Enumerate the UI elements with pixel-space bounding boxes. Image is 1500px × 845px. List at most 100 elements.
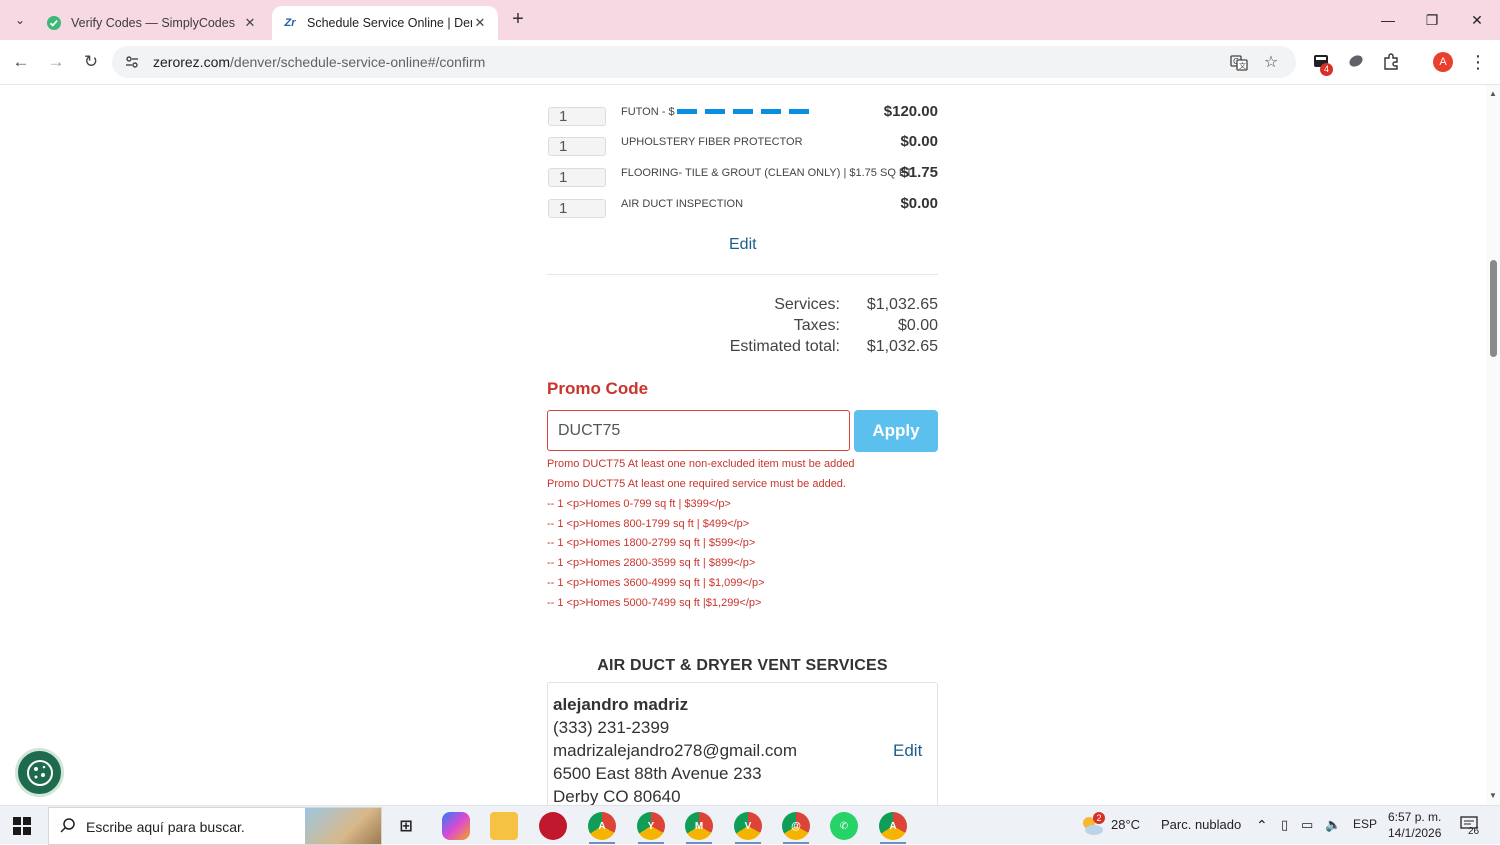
item-price: $0.00 bbox=[900, 195, 938, 212]
meet-now-icon[interactable]: ▯ bbox=[1281, 817, 1288, 833]
promo-error-detail: -- 1 <p>Homes 5000-7499 sq ft |$1,299</p… bbox=[547, 597, 762, 609]
item-name: UPHOLSTERY FIBER PROTECTOR bbox=[621, 136, 803, 148]
clock-time: 6:57 p. m. bbox=[1388, 810, 1442, 824]
section-heading: AIR DUCT & DRYER VENT SERVICES bbox=[597, 657, 888, 674]
show-hidden-icons-chevron-icon[interactable]: ⌃ bbox=[1256, 817, 1268, 834]
volume-icon[interactable]: 🔈 bbox=[1325, 817, 1341, 833]
clock-date: 14/1/2026 bbox=[1388, 826, 1442, 840]
browser-toolbar: ← → ↻ zerorez.com/denver/schedule-servic… bbox=[0, 40, 1500, 85]
taxes-label: Taxes: bbox=[793, 317, 840, 334]
tab-simplycodes[interactable]: Verify Codes — SimplyCodes ✕ bbox=[36, 6, 268, 40]
translate-icon[interactable]: G文 bbox=[1230, 54, 1248, 72]
promo-error-detail: -- 1 <p>Homes 0-799 sq ft | $399</p> bbox=[547, 498, 731, 510]
divider bbox=[547, 274, 938, 275]
simplycodes-icon bbox=[46, 15, 62, 31]
restore-icon[interactable]: ❐ bbox=[1420, 8, 1444, 32]
edit-items-link[interactable]: Edit bbox=[729, 236, 757, 254]
item-price: $120.00 bbox=[883, 103, 938, 120]
search-highlight-image bbox=[305, 808, 381, 844]
edit-contact-link[interactable]: Edit bbox=[893, 741, 922, 761]
bookmark-star-icon[interactable]: ☆ bbox=[1262, 54, 1280, 72]
contact-phone: (333) 231-2399 bbox=[553, 718, 670, 737]
tab-title: Schedule Service Online | Denver bbox=[307, 16, 472, 30]
url-text[interactable]: zerorez.com/denver/schedule-service-onli… bbox=[153, 54, 485, 70]
task-view-icon[interactable]: ⊞ bbox=[392, 812, 420, 840]
extension-badge: 4 bbox=[1320, 63, 1333, 76]
site-settings-icon[interactable] bbox=[124, 54, 140, 70]
scrollbar-thumb[interactable] bbox=[1490, 260, 1497, 357]
whatsapp-icon[interactable]: ✆ bbox=[830, 812, 858, 840]
chrome-profile-icon[interactable]: A bbox=[588, 812, 616, 840]
redaction-bar bbox=[676, 106, 809, 118]
taxes-value: $0.00 bbox=[897, 317, 938, 334]
promo-error-detail: -- 1 <p>Homes 3600-4999 sq ft | $1,099</… bbox=[547, 577, 765, 589]
copilot-icon[interactable] bbox=[442, 812, 470, 840]
new-tab-plus-icon[interactable]: + bbox=[508, 9, 528, 30]
back-arrow-icon[interactable]: ← bbox=[9, 50, 33, 74]
services-label: Services: bbox=[774, 296, 840, 313]
cookie-settings-icon[interactable] bbox=[15, 748, 64, 797]
scroll-up-arrow-icon[interactable]: ▲ bbox=[1488, 89, 1498, 99]
tab-zerorez[interactable]: Zr Schedule Service Online | Denver ✕ bbox=[272, 6, 498, 40]
services-value: $1,032.65 bbox=[866, 296, 938, 313]
close-tab-icon[interactable]: ✕ bbox=[242, 15, 258, 31]
weather-description: Parc. nublado bbox=[1161, 817, 1242, 832]
language-indicator[interactable]: ESP bbox=[1353, 817, 1377, 831]
search-placeholder: Escribe aquí para buscar. bbox=[86, 819, 245, 835]
taskbar-search-box[interactable]: Escribe aquí para buscar. bbox=[48, 807, 382, 845]
estimated-total-value: $1,032.65 bbox=[866, 338, 938, 355]
item-qty-input[interactable]: 1 bbox=[548, 137, 606, 156]
item-qty-input[interactable]: 1 bbox=[548, 107, 606, 126]
profile-avatar[interactable]: A bbox=[1433, 52, 1453, 72]
item-name: FUTON - $ bbox=[621, 106, 809, 118]
close-tab-icon[interactable]: ✕ bbox=[472, 15, 488, 31]
item-price: $1.75 bbox=[900, 164, 938, 181]
scroll-down-arrow-icon[interactable]: ▼ bbox=[1488, 791, 1498, 801]
chrome-profile-icon[interactable]: @ bbox=[782, 812, 810, 840]
chrome-profile-icon[interactable]: M bbox=[685, 812, 713, 840]
weather-temperature: 28°C bbox=[1111, 817, 1141, 832]
page-scrollbar[interactable]: ▲ ▼ bbox=[1486, 85, 1500, 805]
minimize-icon[interactable]: — bbox=[1376, 8, 1400, 32]
url-path: /denver/schedule-service-online#/confirm bbox=[230, 54, 486, 70]
item-price: $0.00 bbox=[900, 133, 938, 150]
tab-search-chevron-icon[interactable]: ⌄ bbox=[8, 8, 32, 32]
item-qty-input[interactable]: 1 bbox=[548, 168, 606, 187]
network-icon[interactable]: ▭ bbox=[1301, 817, 1313, 833]
url-host: zerorez.com bbox=[153, 54, 231, 70]
windows-taskbar: Escribe aquí para buscar. ⊞ A Y M V @ ✆ … bbox=[0, 805, 1500, 845]
extension-leaf-icon[interactable] bbox=[1346, 52, 1366, 72]
zerorez-icon: Zr bbox=[284, 17, 296, 29]
contact-address-line2: Derby CO 80640 bbox=[553, 787, 681, 805]
promo-error-message: Promo DUCT75 At least one required servi… bbox=[547, 478, 846, 490]
address-bar[interactable]: zerorez.com/denver/schedule-service-onli… bbox=[112, 46, 1296, 78]
tab-title: Verify Codes — SimplyCodes bbox=[71, 16, 235, 30]
contact-card: alejandro madriz (333) 231-2399 madrizal… bbox=[547, 682, 938, 805]
notification-count: 26 bbox=[1468, 826, 1480, 837]
search-icon bbox=[59, 817, 77, 835]
kebab-menu-icon[interactable]: ⋮ bbox=[1468, 52, 1488, 72]
extensions-puzzle-icon[interactable] bbox=[1381, 52, 1401, 72]
windows-start-icon[interactable] bbox=[12, 816, 32, 836]
system-clock[interactable]: 6:57 p. m. 14/1/2026 bbox=[1388, 809, 1441, 841]
weather-badge: 2 bbox=[1093, 812, 1105, 824]
promo-code-input[interactable]: DUCT75 bbox=[547, 410, 850, 451]
app-red-icon[interactable] bbox=[539, 812, 567, 840]
item-name: FLOORING- TILE & GROUT (CLEAN ONLY) | $1… bbox=[621, 167, 913, 179]
apply-promo-button[interactable]: Apply bbox=[854, 410, 938, 452]
chrome-profile-icon[interactable]: Y bbox=[637, 812, 665, 840]
svg-text:文: 文 bbox=[1239, 61, 1246, 70]
close-window-icon[interactable]: ✕ bbox=[1465, 8, 1489, 32]
chrome-profile-icon[interactable]: V bbox=[734, 812, 762, 840]
forward-arrow-icon[interactable]: → bbox=[44, 50, 68, 74]
file-explorer-icon[interactable] bbox=[490, 812, 518, 840]
promo-error-detail: -- 1 <p>Homes 800-1799 sq ft | $499</p> bbox=[547, 518, 750, 530]
promo-error-detail: -- 1 <p>Homes 1800-2799 sq ft | $599</p> bbox=[547, 537, 756, 549]
promo-error-message: Promo DUCT75 At least one non-excluded i… bbox=[547, 458, 855, 470]
item-qty-input[interactable]: 1 bbox=[548, 199, 606, 218]
reload-icon[interactable]: ↻ bbox=[79, 50, 103, 74]
chrome-profile-icon[interactable]: A bbox=[879, 812, 907, 840]
item-name: AIR DUCT INSPECTION bbox=[621, 198, 744, 210]
contact-address-line1: 6500 East 88th Avenue 233 bbox=[553, 764, 762, 783]
promo-error-detail: -- 1 <p>Homes 2800-3599 sq ft | $899</p> bbox=[547, 557, 756, 569]
